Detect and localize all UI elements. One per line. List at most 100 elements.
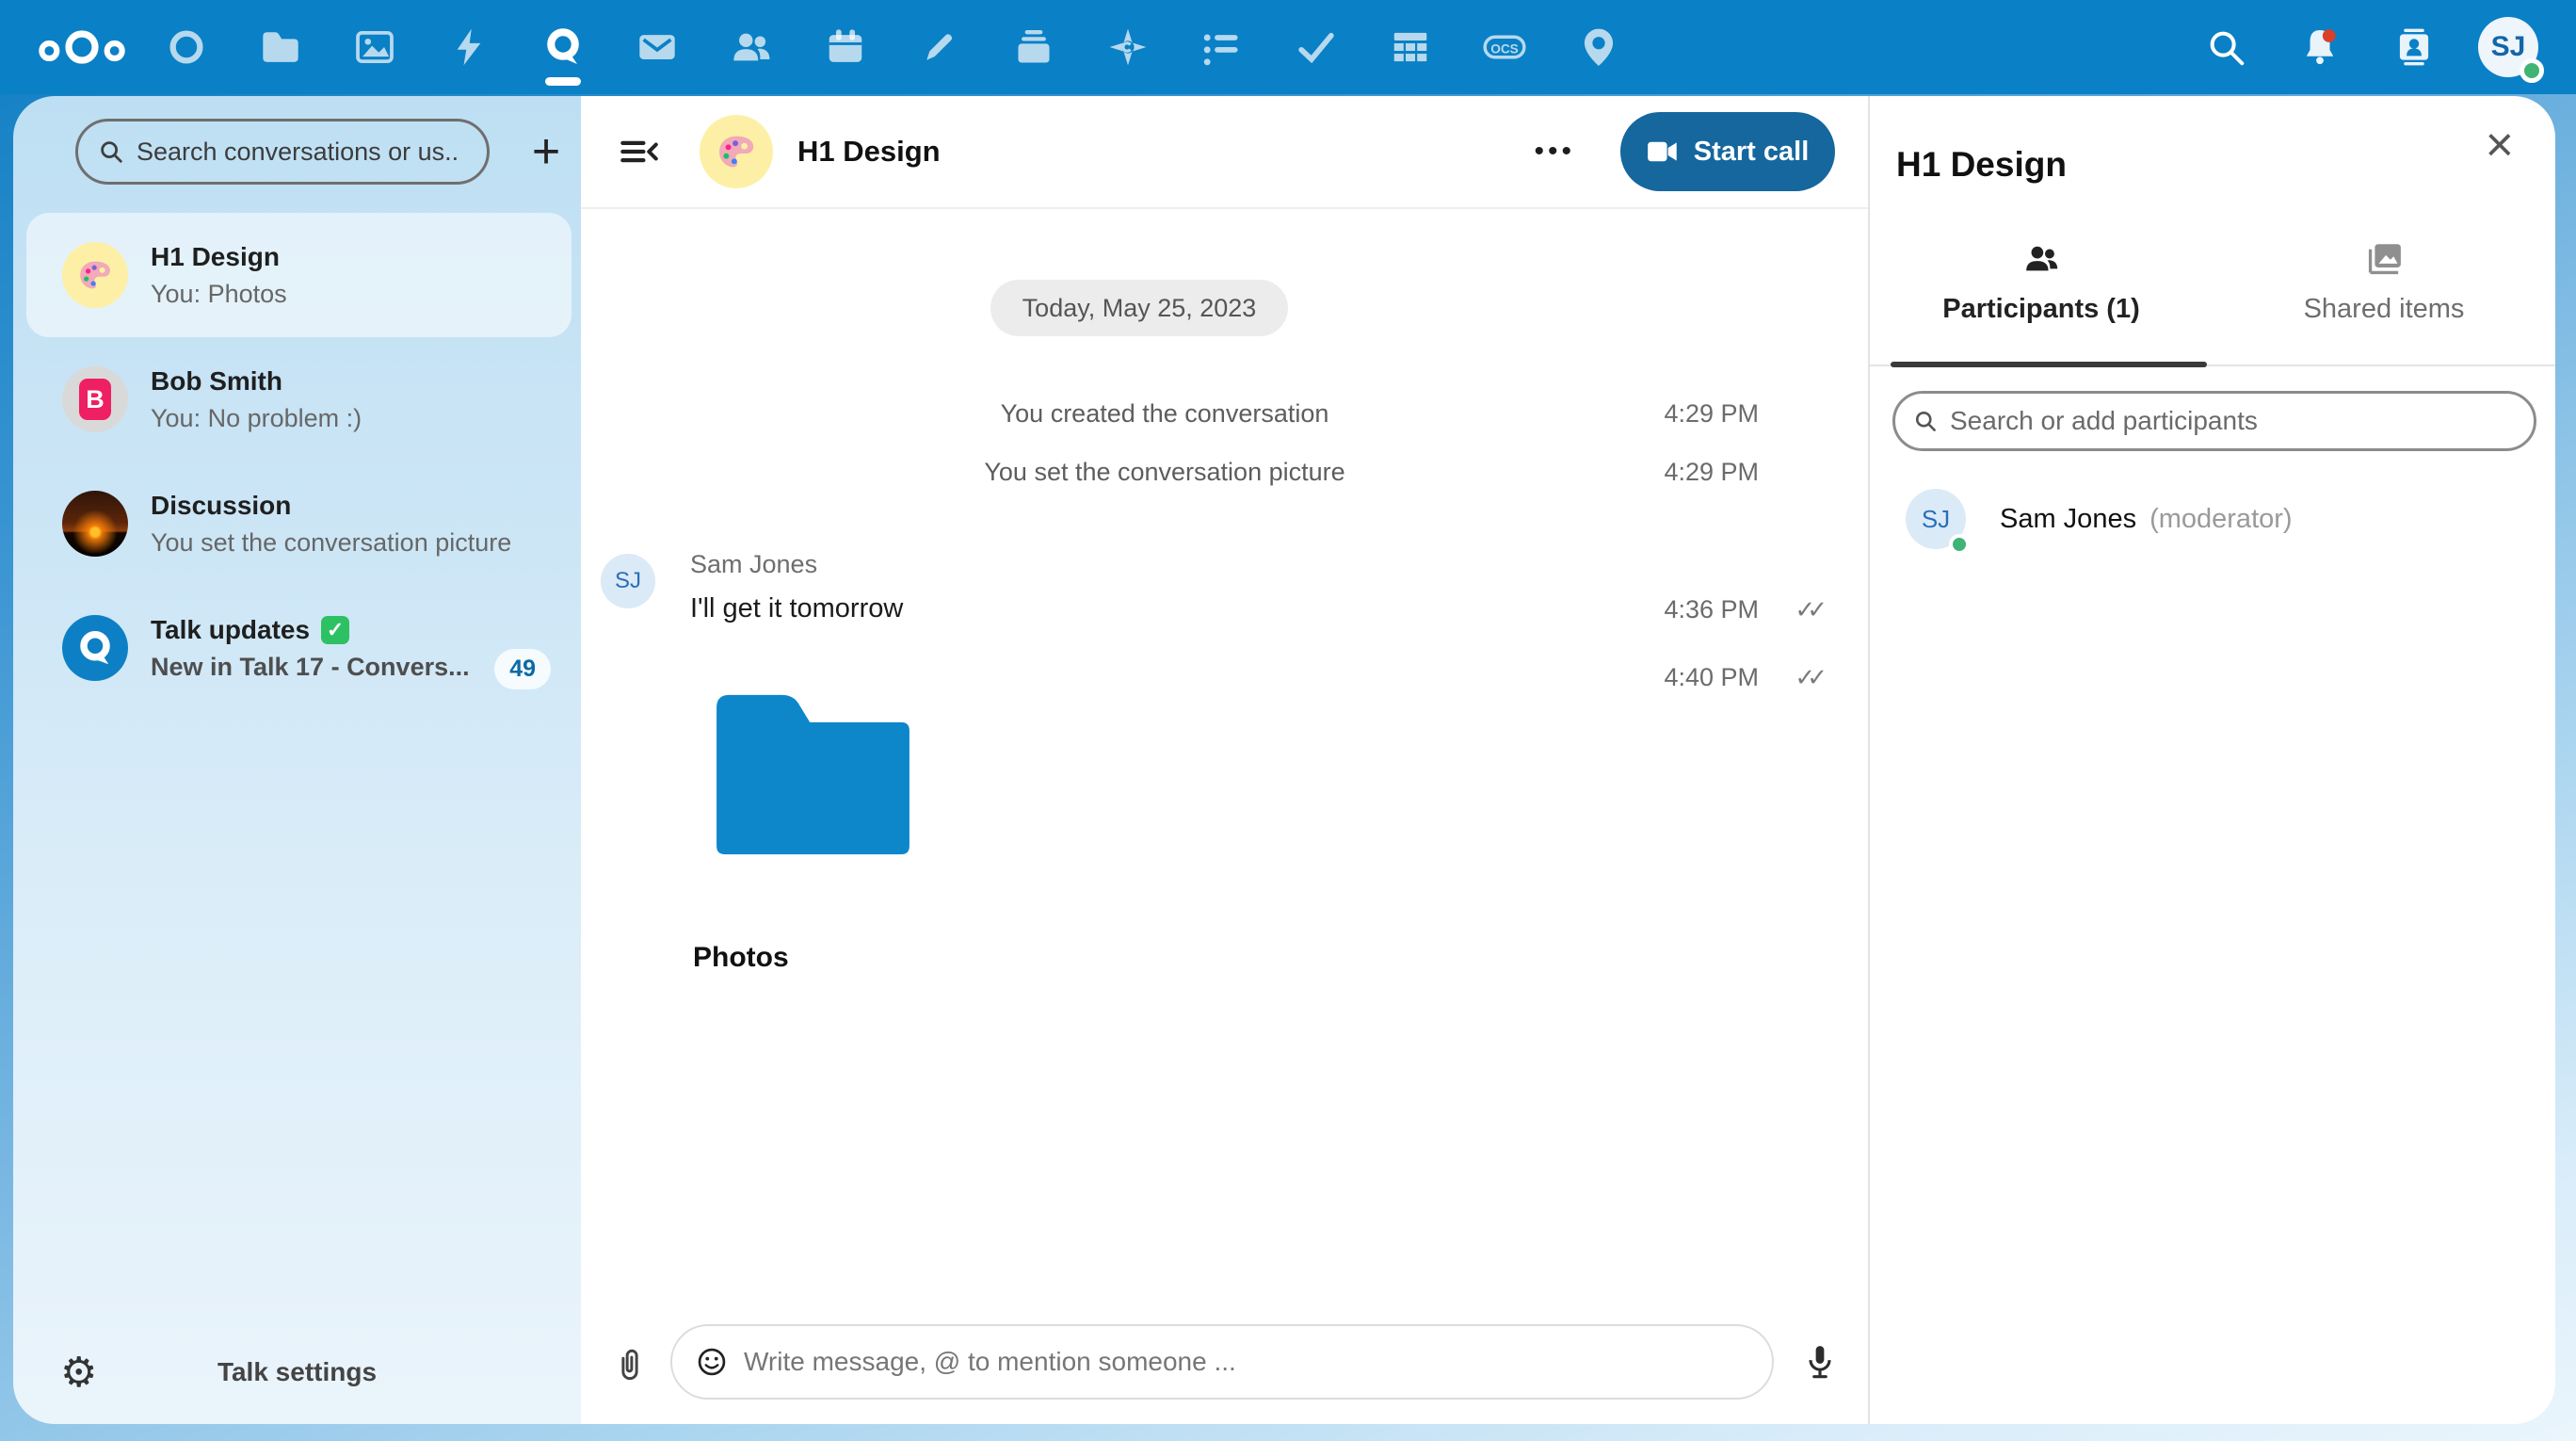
topbar-right-actions: SJ (2179, 0, 2555, 94)
video-camera-icon (1647, 138, 1679, 165)
message-input-field[interactable] (670, 1324, 1774, 1400)
conversation-last-message: You set the conversation picture (151, 528, 511, 558)
conversation-title: H1 Design (151, 242, 287, 272)
online-status-dot (1949, 534, 1970, 555)
check-emoji-icon: ✓ (321, 616, 349, 644)
active-tab-indicator (1891, 362, 2207, 367)
conversation-list: H1 Design You: Photos B Bob Smith You: N… (13, 213, 581, 710)
notifications-bell-icon[interactable] (2273, 0, 2367, 94)
talk-logo-avatar (62, 615, 128, 681)
notes-icon[interactable] (893, 0, 987, 94)
chat-header: H1 Design ••• Start call (581, 96, 1868, 209)
tasks-icon[interactable] (1175, 0, 1269, 94)
date-separator: Today, May 25, 2023 (990, 280, 1288, 336)
new-conversation-button[interactable]: + (516, 119, 576, 185)
shared-file-name[interactable]: Photos (693, 942, 789, 974)
talk-icon[interactable] (516, 0, 610, 94)
search-icon (97, 138, 125, 166)
participant-name: Sam Jones (2000, 504, 2136, 535)
participant-role: (moderator) (2149, 504, 2293, 535)
search-icon (1912, 408, 1939, 434)
contacts-menu-icon[interactable] (2367, 0, 2461, 94)
message-input-row (581, 1324, 1868, 1400)
attachment-paperclip-icon[interactable] (612, 1345, 648, 1381)
tab-participants[interactable]: Participants (1) (1870, 237, 2213, 349)
mail-icon[interactable] (610, 0, 704, 94)
maps-icon[interactable] (1552, 0, 1646, 94)
avatar-initials: SJ (2491, 31, 2526, 63)
nextcloud-talk-app: OCS SJ (0, 0, 2576, 1441)
message-time: 4:36 PM (1664, 595, 1759, 624)
deck-icon[interactable] (987, 0, 1081, 94)
conversation-item-h1-design[interactable]: H1 Design You: Photos (26, 213, 572, 337)
message-sender-name: Sam Jones (690, 550, 817, 579)
recommendations-icon[interactable] (1081, 0, 1175, 94)
participant-search-input[interactable] (1950, 406, 2517, 436)
search-icon[interactable] (2179, 0, 2273, 94)
contacts-icon[interactable] (704, 0, 798, 94)
message-time: 4:40 PM (1664, 663, 1759, 692)
read-receipt-icon: ✓✓ (1795, 595, 1819, 624)
conversation-avatar[interactable] (700, 115, 773, 188)
conversation-item-bob-smith[interactable]: B Bob Smith You: No problem :) (13, 337, 581, 461)
chat-panel: H1 Design ••• Start call Today, May 25, … (581, 96, 1868, 1424)
nextcloud-logo-icon[interactable] (24, 0, 139, 94)
message-meta: 4:36 PM ✓✓ (581, 595, 1868, 629)
emoji-picker-icon[interactable] (695, 1345, 729, 1379)
tables-icon[interactable] (1363, 0, 1457, 94)
unread-count-badge: 49 (494, 649, 551, 689)
online-status-dot (2520, 58, 2544, 83)
calendar-icon[interactable] (798, 0, 893, 94)
system-message: You set the conversation picture 4:29 PM (581, 458, 1868, 492)
conversation-last-message: New in Talk 17 - Convers... (151, 653, 470, 682)
message-time: 4:29 PM (1664, 399, 1759, 429)
conversation-title: Bob Smith (151, 366, 362, 397)
conversation-menu-icon[interactable]: ••• (1534, 136, 1575, 168)
participant-avatar: SJ (1906, 489, 1966, 549)
microphone-icon[interactable] (1801, 1343, 1839, 1381)
gear-icon[interactable]: ⚙ (60, 1349, 97, 1397)
top-navigation-bar: OCS SJ (0, 0, 2576, 94)
sunset-photo-avatar (62, 491, 128, 557)
chat-title: H1 Design (797, 135, 941, 169)
participants-people-icon (1870, 237, 2213, 281)
conversation-item-talk-updates[interactable]: Talk updates ✓ New in Talk 17 - Convers.… (13, 586, 581, 710)
dashboard-icon[interactable] (139, 0, 233, 94)
conversation-title: Talk updates ✓ (151, 615, 470, 645)
message-input[interactable] (744, 1347, 1749, 1377)
message-time: 4:29 PM (1664, 458, 1759, 487)
details-panel-title: H1 Design (1896, 145, 2067, 185)
approvals-check-icon[interactable] (1269, 0, 1363, 94)
conversation-details-panel: H1 Design × Participants (1) Shared item… (1868, 96, 2555, 1424)
conversation-last-message: You: No problem :) (151, 404, 362, 433)
system-message: You created the conversation 4:29 PM (581, 399, 1868, 433)
participant-search-field[interactable] (1892, 391, 2536, 451)
conversation-search-input[interactable] (137, 138, 457, 167)
active-app-indicator (545, 77, 581, 86)
activity-icon[interactable] (422, 0, 516, 94)
close-icon[interactable]: × (2486, 121, 2514, 170)
collapse-sidebar-icon[interactable] (617, 130, 660, 173)
conversation-search-field[interactable] (75, 119, 490, 185)
tab-shared-items[interactable]: Shared items (2213, 237, 2555, 349)
sidebar-footer: ⚙ Talk settings (13, 1320, 581, 1424)
shared-items-icon (2213, 237, 2555, 281)
conversations-sidebar: + H1 Design You: Photos B (13, 96, 581, 1424)
files-icon[interactable] (233, 0, 328, 94)
ocs-icon[interactable]: OCS (1457, 0, 1552, 94)
talk-settings-button[interactable]: Talk settings (13, 1357, 581, 1387)
app-content-card: + H1 Design You: Photos B (13, 96, 2555, 1424)
conversation-title: Discussion (151, 491, 511, 521)
details-tabs: Participants (1) Shared items (1870, 237, 2555, 349)
user-avatar[interactable]: SJ (2461, 0, 2555, 94)
participant-row[interactable]: SJ Sam Jones (moderator) (1870, 477, 2555, 561)
palette-avatar (62, 242, 128, 308)
photos-icon[interactable] (328, 0, 422, 94)
bob-avatar: B (62, 366, 128, 432)
conversation-item-discussion[interactable]: Discussion You set the conversation pict… (13, 461, 581, 586)
read-receipt-icon: ✓✓ (1795, 663, 1819, 692)
start-call-button[interactable]: Start call (1620, 112, 1835, 191)
svg-text:OCS: OCS (1490, 41, 1519, 56)
shared-folder-icon[interactable] (706, 687, 920, 863)
conversation-last-message: You: Photos (151, 280, 287, 309)
